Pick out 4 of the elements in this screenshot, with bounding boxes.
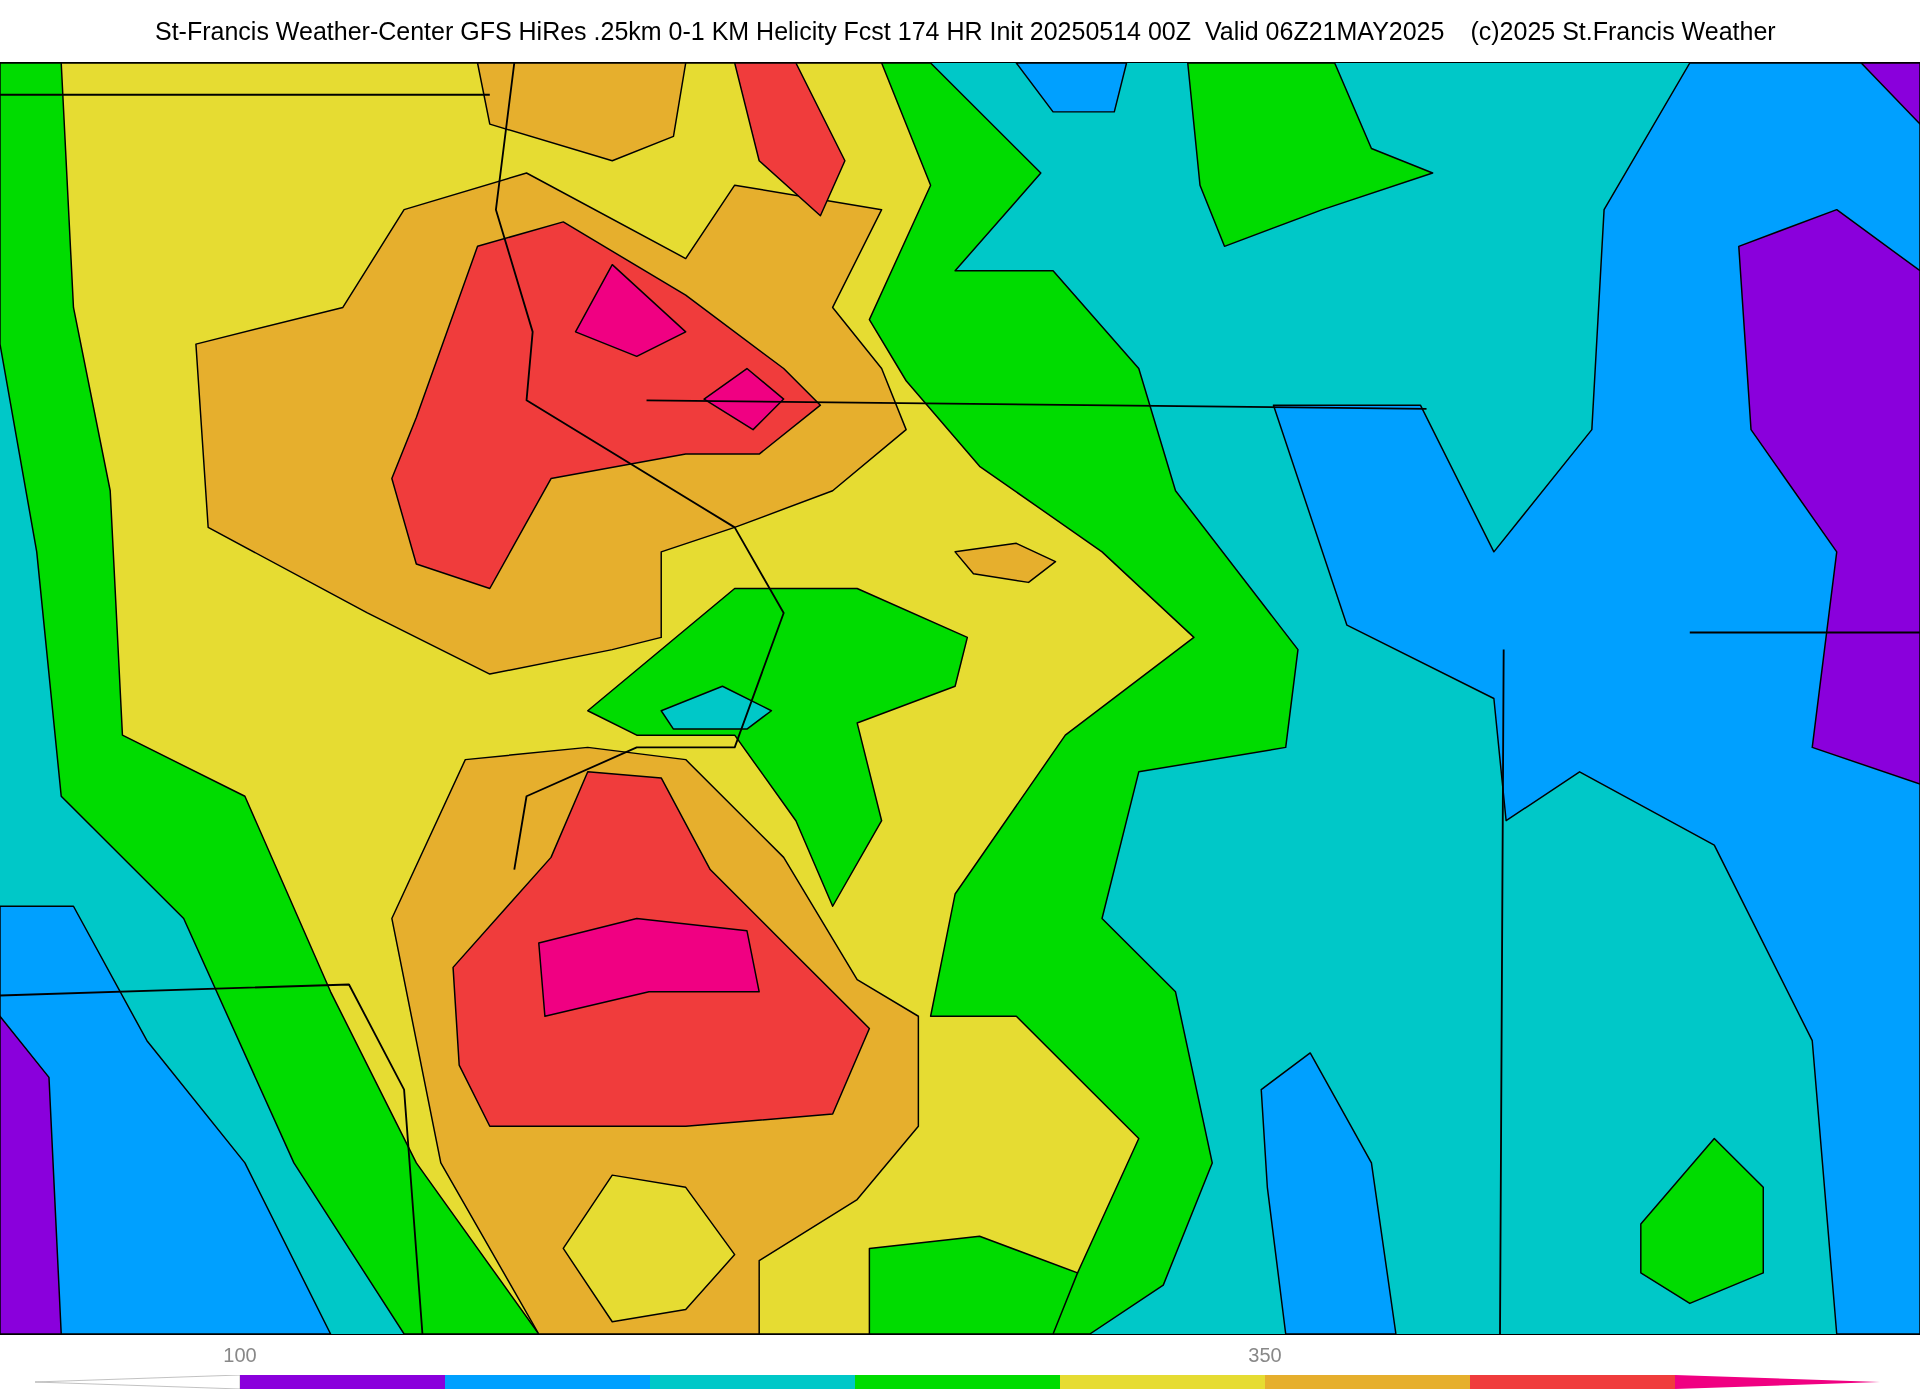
copyright-credit: (c)2025 St.Francis Weather — [1470, 16, 1776, 46]
map-title: St-Francis Weather-Center GFS HiRes .25km 0-1 KM Helicity Fcst 174 HR Init 20250514 00Z Valid 06Z21MAY2025 — [155, 16, 1445, 46]
colorbar-tick-label: 350 — [1248, 1343, 1282, 1367]
colorbar-tick-label: 100 — [223, 1343, 257, 1367]
